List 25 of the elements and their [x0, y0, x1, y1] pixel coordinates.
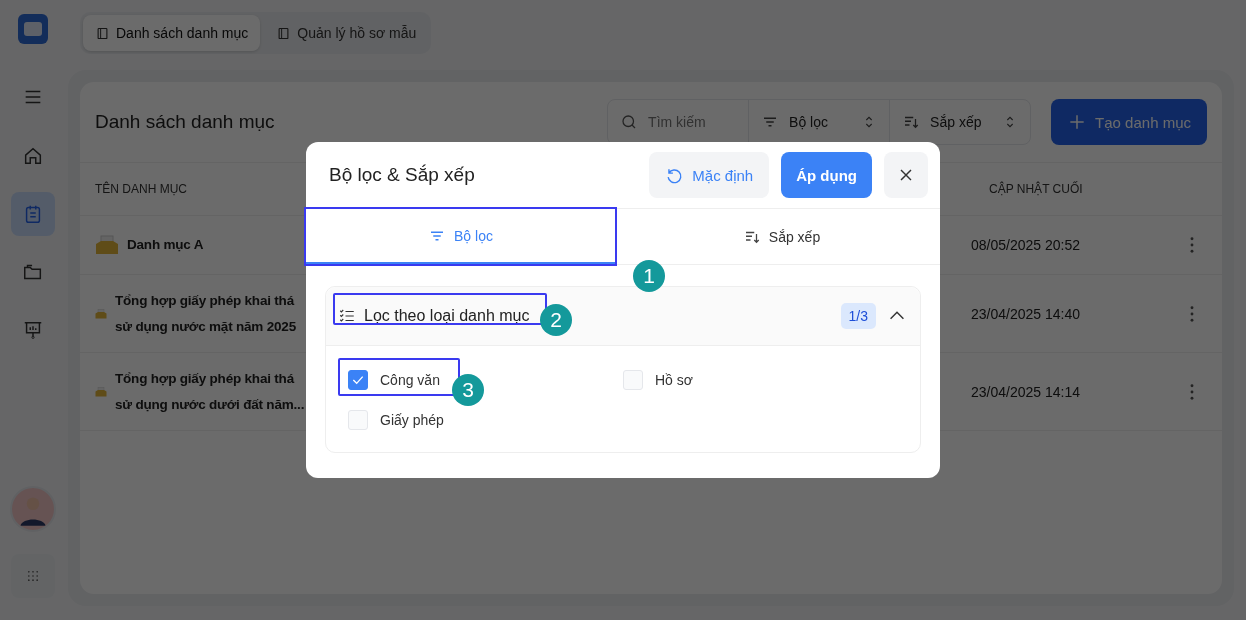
- page-tab[interactable]: Quản lý hồ sơ mẫu: [264, 15, 429, 51]
- column-header: CẬP NHẬT CUỐI: [989, 182, 1084, 196]
- category-name: Danh mục A: [127, 236, 204, 254]
- dialog-title: Bộ lọc & Sắp xếp: [329, 164, 476, 186]
- option-label: Hồ sơ: [655, 372, 693, 388]
- search-field[interactable]: Tìm kiếm: [646, 113, 737, 131]
- table-cell-text: 23/04/2025 14:40: [971, 305, 1081, 322]
- category-name: Tổng hợp giấy phép khai thá sử dụng nước dưới đất năm...: [115, 369, 305, 414]
- reset-button[interactable]: Mặc định: [649, 152, 770, 198]
- page-tab[interactable]: Danh sách danh mục: [83, 15, 261, 51]
- option-label: Công văn: [380, 372, 440, 388]
- count-badge: 1/3: [840, 303, 876, 329]
- step-badge: 3: [452, 374, 484, 406]
- dialog-tab[interactable]: Bộ lọc: [306, 209, 615, 264]
- apply-button[interactable]: Áp dụng: [781, 152, 872, 198]
- column-header: TÊN DANH MỤC: [95, 182, 188, 196]
- step-badge: 2: [540, 304, 572, 336]
- table-cell-text: 23/04/2025 14:14: [971, 383, 1081, 400]
- card-title: Danh sách danh mục: [95, 111, 276, 133]
- option-label: Giấy phép: [380, 412, 444, 428]
- section-title: Lọc theo loại danh mục: [364, 307, 530, 325]
- step-badge: 1: [633, 260, 665, 292]
- create-category-button[interactable]: Tạo danh mục: [1051, 99, 1207, 145]
- category-name: Tổng hợp giấy phép khai thá sử dụng nước mặt năm 2025: [115, 291, 296, 336]
- table-cell-text: 08/05/2025 20:52: [971, 237, 1081, 253]
